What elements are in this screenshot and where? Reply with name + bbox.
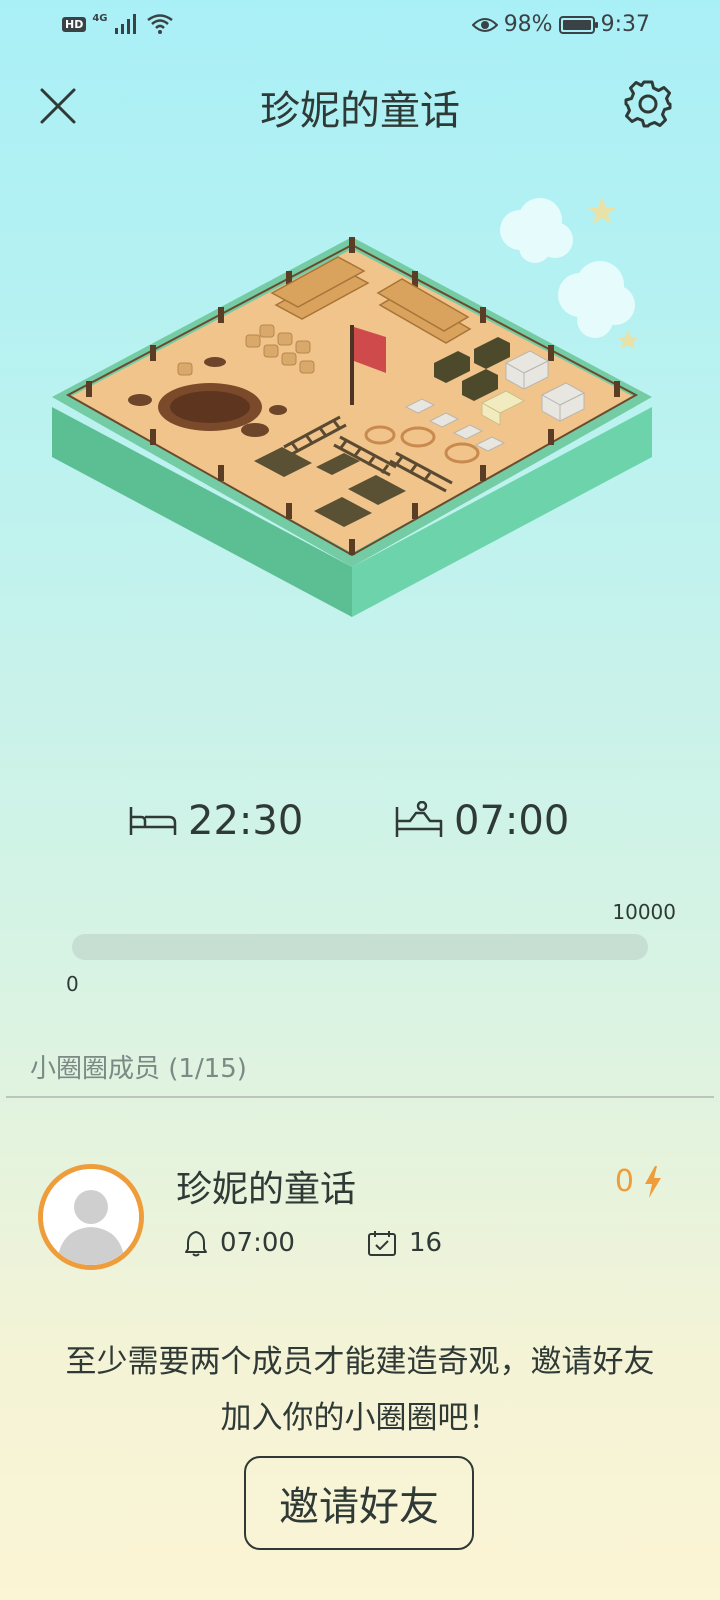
- progress-min-label: 0: [66, 972, 79, 996]
- wake-time: 07:00: [394, 798, 569, 844]
- wonder-construction-scene: [52, 197, 652, 617]
- default-avatar-icon: [43, 1169, 139, 1265]
- battery-percent: 98%: [503, 12, 553, 37]
- progress-max-label: 10000: [612, 900, 676, 924]
- member-energy: 0: [615, 1164, 664, 1199]
- bed-time: 22:30: [128, 798, 303, 844]
- member-name: 珍妮的童话: [176, 1169, 357, 1210]
- wake-up-icon: [395, 801, 443, 837]
- avatar[interactable]: [38, 1164, 144, 1270]
- divider: [6, 1096, 714, 1098]
- battery-icon: [558, 15, 598, 34]
- status-left: HD 4G: [62, 13, 174, 35]
- calendar-check-icon: [367, 1231, 396, 1256]
- wake-time-value: 07:00: [454, 798, 570, 844]
- cloud-decoration: [500, 198, 635, 338]
- bed-time-value: 22:30: [188, 798, 304, 844]
- top-bar: 珍妮的童话: [0, 72, 720, 136]
- members-header: 小圈圈成员 (1/15): [30, 1054, 247, 1084]
- invite-message: 至少需要两个成员才能建造奇观，邀请好友 加入你的小圈圈吧！: [0, 1334, 720, 1446]
- member-days-count: 16: [408, 1228, 443, 1258]
- lightning-icon: [645, 1165, 661, 1198]
- member-row[interactable]: 珍妮的童话 07:00 16 0: [0, 1160, 720, 1280]
- bell-icon: [185, 1231, 207, 1257]
- gear-icon: [624, 80, 672, 128]
- hd-badge: HD: [62, 16, 87, 32]
- sleep-schedule: 22:30 07:00: [0, 798, 720, 858]
- construction-progress-bar: [72, 934, 648, 960]
- member-meta: 07:00 16: [184, 1228, 514, 1258]
- signal-icon: [114, 14, 136, 34]
- member-alarm-time: 07:00: [220, 1228, 295, 1258]
- status-right: 98% 9:37: [471, 12, 650, 37]
- invite-message-line2: 加入你的小圈圈吧！: [220, 1400, 500, 1436]
- invite-message-line1: 至少需要两个成员才能建造奇观，邀请好友: [65, 1344, 655, 1380]
- network-type: 4G: [92, 12, 108, 24]
- settings-button[interactable]: [622, 78, 674, 130]
- wifi-icon: [146, 14, 173, 34]
- invite-friends-button[interactable]: 邀请好友: [244, 1456, 474, 1550]
- status-bar: HD 4G 98% 9:37: [0, 0, 720, 52]
- bed-icon: [129, 807, 177, 835]
- energy-value: 0: [614, 1164, 634, 1199]
- clock: 9:37: [600, 12, 650, 37]
- page-title: 珍妮的童话: [260, 88, 460, 134]
- member-days: 16: [367, 1228, 442, 1258]
- eye-icon: [471, 17, 498, 32]
- member-alarm: 07:00: [184, 1228, 295, 1258]
